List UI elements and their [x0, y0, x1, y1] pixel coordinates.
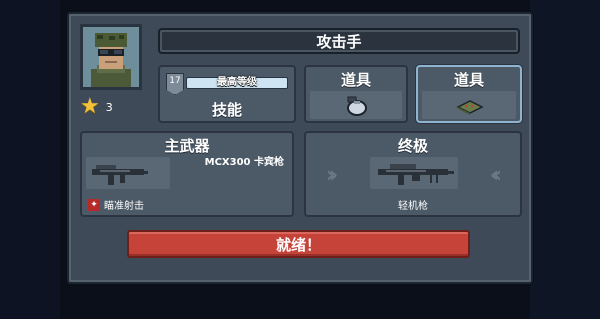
star-icon: ★ — [80, 94, 100, 119]
weapon-perk-text: 瞄准射击 — [104, 201, 144, 212]
character-avatar[interactable] — [80, 24, 142, 90]
ammo-box-icon — [456, 100, 484, 115]
skill-label: 技能 — [211, 101, 242, 119]
soldier-portrait-icon — [83, 27, 139, 87]
skill-card[interactable]: 17 最高等级 技能 — [158, 65, 296, 123]
primary-weapon-card[interactable]: 主武器 MCX300 卡宾枪 ✦ 瞄准射击 — [80, 131, 294, 217]
grenade-icon — [347, 96, 367, 116]
class-title-text: 攻击手 — [316, 32, 362, 51]
ultimate-card[interactable]: 终极 ›› ‹‹ 轻机枪 — [304, 131, 522, 217]
rank-value: 3 — [105, 100, 113, 114]
ultimate-weapon-name: 轻机枪 — [398, 201, 428, 212]
machine-gun-icon — [378, 164, 454, 185]
crosshair-perk-icon: ✦ — [88, 198, 100, 211]
chevron-right-icon: ›› — [326, 163, 338, 188]
rifle-icon — [92, 165, 148, 185]
item-slot-1-label: 道具 — [340, 71, 371, 89]
background-right — [530, 0, 600, 319]
ultimate-label: 终极 — [397, 137, 428, 155]
primary-weapon-name: MCX300 卡宾枪 — [204, 157, 284, 168]
level-text: 最高等级 — [217, 77, 257, 88]
background-left — [0, 0, 60, 319]
class-title: 攻击手 — [158, 28, 520, 54]
item-slot-1[interactable]: 道具 — [304, 65, 408, 123]
chevron-left-icon: ‹‹ — [489, 163, 502, 188]
ready-button[interactable]: 就绪！ — [127, 230, 470, 258]
item-slot-2-label: 道具 — [453, 71, 484, 89]
rank-indicator: ★ 3 — [80, 96, 142, 118]
ready-button-label: 就绪！ — [275, 235, 321, 254]
weapon-perk: ✦ 瞄准射击 — [88, 197, 144, 212]
level-badge: 17 — [166, 73, 184, 95]
item-slot-2[interactable]: 道具 — [416, 65, 522, 123]
